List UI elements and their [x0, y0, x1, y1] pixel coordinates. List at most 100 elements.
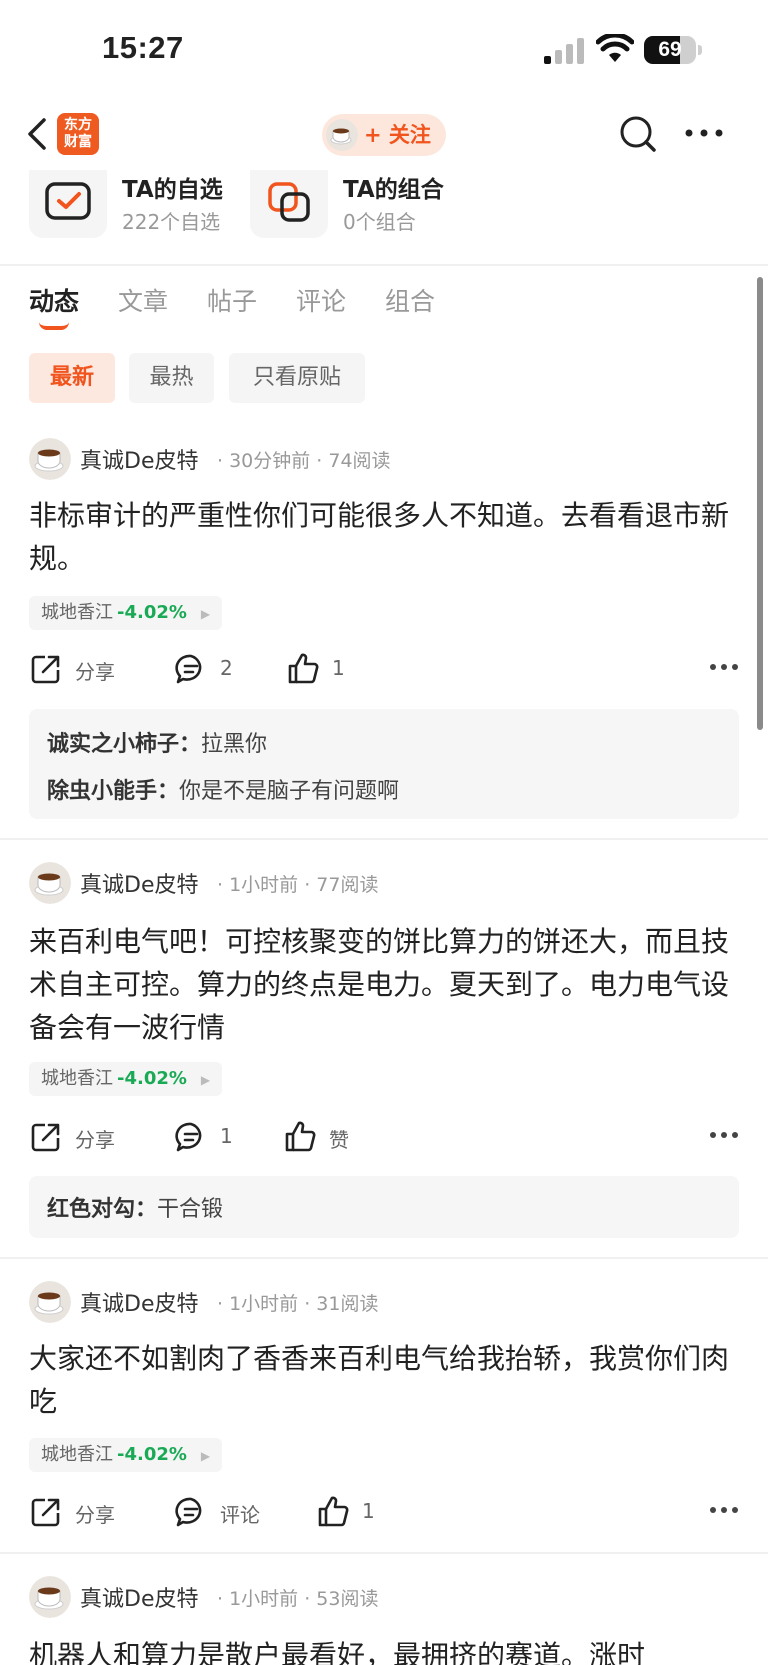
share-icon [31, 1123, 60, 1152]
stock-name: 城地香江 [41, 1444, 113, 1465]
comment-preview[interactable]: 诚实之小柿子：拉黑你 除虫小能手：你是不是脑子有问题啊 [29, 709, 739, 819]
search-icon[interactable] [618, 114, 658, 154]
tab-comments[interactable]: 评论 [296, 282, 346, 318]
back-arrow-icon[interactable] [22, 116, 52, 152]
stock-arrow-icon: ▶ [200, 607, 211, 621]
post-item[interactable]: 真诚De皮特 · 30分钟前 · 74阅读 非标审计的严重性你们可能很多人不知道… [0, 438, 768, 819]
share-label: 分享 [75, 660, 115, 684]
comment-icon [175, 1497, 202, 1527]
watchlist-icon [29, 170, 107, 238]
post-more-icon[interactable] [709, 1130, 739, 1140]
battery-indicator: 69 [644, 36, 702, 64]
post-item[interactable]: 真诚De皮特 · 1小时前 · 77阅读 来百利电气吧！可控核聚变的饼比算力的饼… [0, 862, 768, 1242]
like-count: 1 [332, 656, 345, 680]
post-divider [0, 838, 768, 840]
stock-arrow-icon: ▶ [200, 1449, 211, 1463]
comment-text: 你是不是脑子有问题啊 [179, 779, 400, 804]
author-name[interactable]: 真诚De皮特 [80, 1286, 198, 1318]
battery-percent: 69 [658, 38, 682, 61]
comment-user[interactable]: 除虫小能手： [47, 779, 179, 804]
share-icon [31, 655, 60, 684]
post-item[interactable]: 真诚De皮特 · 1小时前 · 53阅读 机器人和算力是散户最看好，最拥挤的赛道… [0, 1576, 768, 1665]
watchlist-title: TA的自选 [122, 177, 223, 203]
post-meta: · 30分钟前 · 74阅读 [217, 450, 391, 472]
stock-change: -4.02% [117, 602, 187, 623]
stock-change: -4.02% [117, 1068, 187, 1089]
divider [0, 264, 768, 266]
wifi-icon [596, 34, 634, 62]
comment-count: 2 [220, 656, 233, 680]
like-count: 赞 [329, 1128, 349, 1152]
share-label: 分享 [75, 1128, 115, 1152]
thumbs-up-icon [288, 653, 319, 684]
more-options-icon[interactable] [684, 126, 724, 140]
comment-user[interactable]: 红色对勾： [47, 1197, 157, 1222]
thumbs-up-icon [285, 1121, 316, 1152]
tab-dynamics[interactable]: 动态 [29, 282, 79, 318]
post-content[interactable]: 机器人和算力是散户最看好，最拥挤的赛道。涨时 [29, 1634, 739, 1665]
comment-count: 评论 [220, 1503, 260, 1527]
comment-item: 除虫小能手：你是不是脑子有问题啊 [47, 773, 399, 805]
app-logo: 东方 财富 [57, 113, 99, 155]
tab-articles[interactable]: 文章 [118, 282, 168, 318]
like-count: 1 [362, 1499, 375, 1523]
nav-bar: 东方 财富 + 关注 [0, 100, 768, 170]
comment-icon [175, 654, 202, 684]
post-content[interactable]: 大家还不如割肉了香香来百利电气给我抬轿，我赏你们肉吃 [29, 1337, 739, 1423]
cellular-signal-icon [544, 38, 584, 64]
follow-button[interactable]: + 关注 [322, 114, 446, 156]
portfolio-count: 0个组合 [343, 210, 416, 234]
filter-original-only[interactable]: 只看原贴 [229, 353, 365, 403]
comment-icon [175, 1122, 202, 1152]
comment-item: 红色对勾：干合锻 [47, 1191, 223, 1223]
author-name[interactable]: 真诚De皮特 [80, 443, 198, 475]
post-item[interactable]: 真诚De皮特 · 1小时前 · 31阅读 大家还不如割肉了香香来百利电气给我抬轿… [0, 1281, 768, 1527]
post-actions: 分享 1 赞 [29, 1118, 739, 1158]
portfolio-icon [250, 170, 328, 238]
post-actions: 分享 评论 1 [29, 1493, 739, 1533]
stock-tag[interactable]: 城地香江 -4.02% ▶ [29, 1438, 223, 1472]
post-content[interactable]: 来百利电气吧！可控核聚变的饼比算力的饼还大，而且技术自主可控。算力的终点是电力。… [29, 920, 739, 1049]
stock-change: -4.02% [117, 1444, 187, 1465]
status-time: 15:27 [102, 30, 184, 65]
stock-tag[interactable]: 城地香江 -4.02% ▶ [29, 596, 223, 630]
watchlist-shortcut[interactable]: TA的自选 222个自选 [29, 170, 229, 238]
post-more-icon[interactable] [709, 1505, 739, 1515]
author-avatar[interactable] [29, 438, 71, 480]
share-icon [31, 1498, 60, 1527]
tab-posts[interactable]: 帖子 [207, 282, 257, 318]
stock-tag[interactable]: 城地香江 -4.02% ▶ [29, 1062, 223, 1096]
portfolio-title: TA的组合 [343, 177, 444, 203]
author-avatar[interactable] [29, 1281, 71, 1323]
filter-hottest[interactable]: 最热 [129, 353, 214, 403]
comment-text: 拉黑你 [201, 732, 268, 757]
author-name[interactable]: 真诚De皮特 [80, 1581, 198, 1613]
tab-active-indicator [39, 322, 69, 330]
author-avatar[interactable] [29, 1576, 71, 1618]
tab-portfolios[interactable]: 组合 [385, 282, 435, 318]
thumbs-up-icon [318, 1496, 349, 1527]
post-more-icon[interactable] [709, 662, 739, 672]
author-name[interactable]: 真诚De皮特 [80, 867, 198, 899]
post-divider [0, 1552, 768, 1554]
post-actions: 分享 2 1 [29, 650, 739, 690]
comment-preview[interactable]: 红色对勾：干合锻 [29, 1176, 739, 1238]
portfolio-shortcut[interactable]: TA的组合 0个组合 [250, 170, 450, 238]
post-content[interactable]: 非标审计的严重性你们可能很多人不知道。去看看退市新规。 [29, 494, 739, 580]
stock-name: 城地香江 [41, 1068, 113, 1089]
comment-count: 1 [220, 1124, 233, 1148]
status-bar: 15:27 69 [0, 0, 768, 100]
user-avatar [326, 119, 358, 151]
filter-latest[interactable]: 最新 [29, 353, 115, 403]
stock-arrow-icon: ▶ [200, 1073, 211, 1087]
comment-user[interactable]: 诚实之小柿子： [47, 732, 201, 757]
post-divider [0, 1257, 768, 1259]
share-label: 分享 [75, 1503, 115, 1527]
post-meta: · 1小时前 · 53阅读 [217, 1588, 379, 1610]
watchlist-count: 222个自选 [122, 210, 221, 234]
post-meta: · 1小时前 · 77阅读 [217, 874, 379, 896]
author-avatar[interactable] [29, 862, 71, 904]
comment-item: 诚实之小柿子：拉黑你 [47, 726, 267, 758]
stock-name: 城地香江 [41, 602, 113, 623]
comment-text: 干合锻 [157, 1197, 224, 1222]
